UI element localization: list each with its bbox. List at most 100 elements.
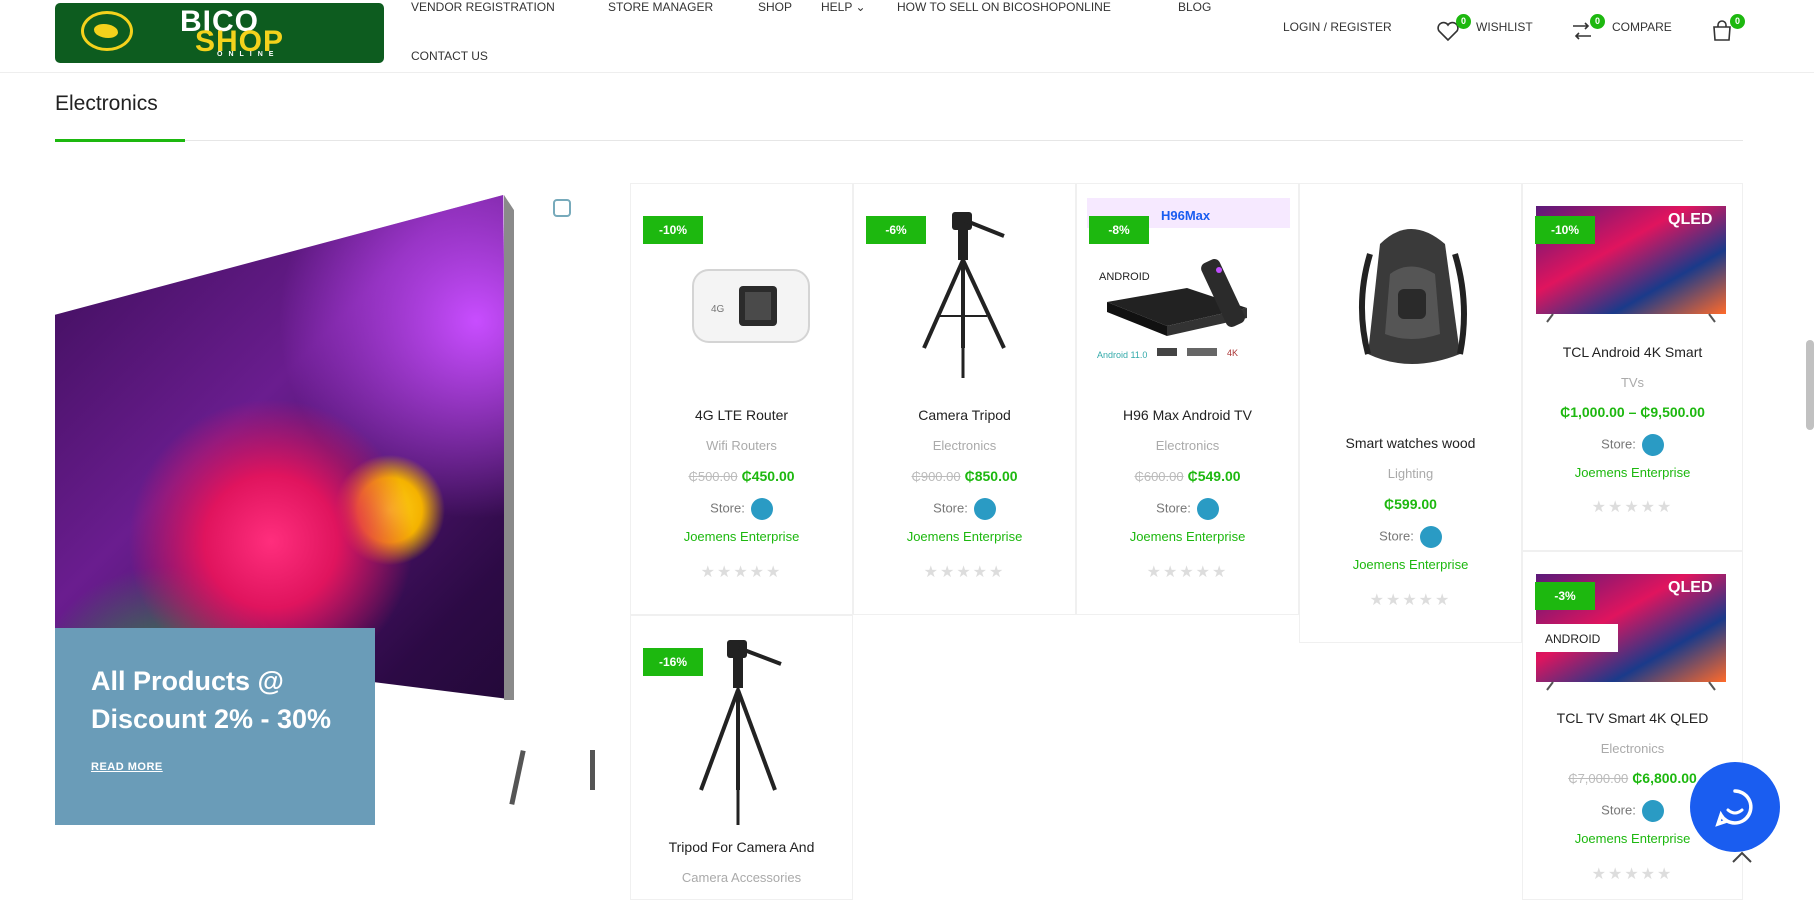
sale-badge: -3% (1535, 582, 1595, 610)
sale-badge: -16% (643, 648, 703, 676)
product-card[interactable]: -10% QLED TCL Android 4K Smart TVs ₵1,00… (1522, 183, 1743, 551)
product-price: ₵500.00 ₵450.00 (631, 468, 852, 484)
nav-blog[interactable]: BLOG (1178, 0, 1211, 14)
vendor-link[interactable]: Joemens Enterprise (1300, 557, 1521, 572)
sale-badge: -10% (1535, 216, 1595, 244)
store-avatar-icon[interactable] (1641, 800, 1664, 822)
store-row: Store: (1300, 526, 1521, 548)
sale-badge: -6% (866, 216, 926, 244)
current-price: ₵450.00 (741, 468, 795, 484)
product-category[interactable]: Electronics (1077, 438, 1298, 453)
product-title[interactable]: Tripod For Camera And (631, 839, 852, 855)
login-register-link[interactable]: LOGIN / REGISTER (1283, 20, 1392, 34)
product-overlay-text: QLED (1668, 579, 1712, 596)
site-logo[interactable]: BICO SHOP ONLINE (55, 3, 384, 63)
store-avatar-icon[interactable] (750, 498, 773, 520)
nav-how-to-sell[interactable]: HOW TO SELL ON BICOSHOPONLINE (897, 0, 1111, 14)
store-label: Store: (710, 500, 745, 516)
vendor-link[interactable]: Joemens Enterprise (854, 529, 1075, 544)
store-label: Store: (1156, 500, 1191, 516)
product-card[interactable]: -16% Tripod For Camera And Camera Access… (630, 615, 853, 900)
product-category[interactable]: Lighting (1300, 466, 1521, 481)
current-price: ₵1,000.00 – ₵9,500.00 (1560, 404, 1705, 420)
rating-stars: ★★★★★ (923, 562, 1006, 581)
compare-link[interactable]: COMPARE (1612, 20, 1672, 34)
product-price: ₵599.00 (1300, 496, 1521, 512)
rating-stars: ★★★★★ (1591, 497, 1674, 516)
section-divider (55, 140, 1743, 141)
product-image[interactable] (1310, 214, 1511, 394)
product-title[interactable]: 4G LTE Router (631, 407, 852, 423)
tv-stand-left (509, 750, 526, 805)
wishlist-count-badge: 0 (1456, 14, 1471, 29)
old-price: ₵500.00 (688, 469, 738, 484)
nav-contact-us[interactable]: CONTACT US (411, 49, 488, 63)
product-title[interactable]: Smart watches wood (1300, 435, 1521, 451)
product-category[interactable]: Wifi Routers (631, 438, 852, 453)
nav-help[interactable]: HELP ⌄ (821, 0, 866, 14)
svg-text:4G: 4G (711, 304, 725, 315)
section-title: Electronics (55, 92, 158, 115)
product-card[interactable]: -10% 4G 4G LTE Router Wifi Routers ₵500.… (630, 183, 853, 615)
wishlist-link[interactable]: WISHLIST (1476, 20, 1533, 34)
store-label: Store: (1601, 436, 1636, 452)
product-overlay-text: ANDROID (1099, 271, 1150, 283)
nav-help-label: HELP (821, 0, 853, 14)
logo-emblem-icon (81, 11, 133, 51)
banner-heading: All Products @ Discount 2% - 30% (91, 666, 332, 734)
product-card[interactable]: -6% Camera Tripod Electronics ₵900.00 ₵85… (853, 183, 1076, 615)
store-label: Store: (1601, 802, 1636, 818)
product-overlay-text-2: ANDROID (1545, 632, 1601, 646)
store-avatar-icon[interactable] (973, 498, 996, 520)
product-card[interactable]: -8% H96Max ANDROID Android 11.0 4K H96 M… (1076, 183, 1299, 615)
svg-text:4K: 4K (1227, 348, 1238, 358)
promo-banner[interactable]: All Products @ Discount 2% - 30% READ MO… (55, 195, 595, 825)
rating-stars: ★★★★★ (1146, 562, 1229, 581)
current-price: ₵549.00 (1187, 468, 1241, 484)
product-card[interactable]: Smart watches wood Lighting ₵599.00 Stor… (1299, 183, 1522, 643)
product-category[interactable]: TVs (1523, 375, 1742, 390)
page-scrollbar[interactable] (1806, 340, 1814, 430)
store-label: Store: (1379, 528, 1414, 544)
vendor-link[interactable]: Joemens Enterprise (1077, 529, 1298, 544)
read-more-link[interactable]: READ MORE (91, 761, 163, 773)
tv-stand-right (590, 750, 595, 790)
sale-badge: -8% (1089, 216, 1149, 244)
product-price: ₵900.00 ₵850.00 (854, 468, 1075, 484)
product-card[interactable]: -3% QLED ANDROID TCL TV Smart 4K QLED El… (1522, 551, 1743, 900)
nav-vendor-registration[interactable]: VENDOR REGISTRATION (411, 0, 555, 14)
svg-text:Android 11.0: Android 11.0 (1097, 350, 1147, 360)
compare-count-badge: 0 (1590, 14, 1605, 29)
product-title[interactable]: TCL Android 4K Smart (1523, 344, 1742, 360)
chevron-down-icon: ⌄ (852, 0, 866, 14)
product-category[interactable]: Electronics (854, 438, 1075, 453)
cart-count-badge: 0 (1730, 14, 1745, 29)
vendor-link[interactable]: Joemens Enterprise (631, 529, 852, 544)
current-price: ₵6,800.00 (1632, 770, 1697, 786)
store-row: Store: (854, 498, 1075, 520)
image-zoom-icon[interactable] (553, 199, 571, 217)
chat-button[interactable] (1690, 762, 1780, 852)
store-avatar-icon[interactable] (1196, 498, 1219, 520)
sale-badge: -10% (643, 216, 703, 244)
store-row: Store: (631, 498, 852, 520)
product-category[interactable]: Electronics (1523, 741, 1742, 756)
nav-shop[interactable]: SHOP (758, 0, 792, 14)
current-price: ₵850.00 (964, 468, 1018, 484)
store-avatar-icon[interactable] (1641, 434, 1664, 456)
product-title[interactable]: TCL TV Smart 4K QLED (1523, 710, 1742, 726)
section-title-underline (55, 139, 185, 142)
nav-store-manager[interactable]: STORE MANAGER (608, 0, 713, 14)
store-avatar-icon[interactable] (1419, 526, 1442, 548)
rating-stars: ★★★★★ (1369, 590, 1452, 609)
product-category[interactable]: Camera Accessories (631, 870, 852, 885)
product-overlay-text: QLED (1668, 211, 1712, 228)
old-price: ₵7,000.00 (1568, 771, 1629, 786)
product-price: ₵600.00 ₵549.00 (1077, 468, 1298, 484)
old-price: ₵900.00 (911, 469, 961, 484)
tv-edge (504, 195, 514, 700)
vendor-link[interactable]: Joemens Enterprise (1523, 465, 1742, 480)
product-title[interactable]: H96 Max Android TV (1077, 407, 1298, 423)
scroll-to-top-icon[interactable] (1730, 848, 1754, 866)
product-title[interactable]: Camera Tripod (854, 407, 1075, 423)
